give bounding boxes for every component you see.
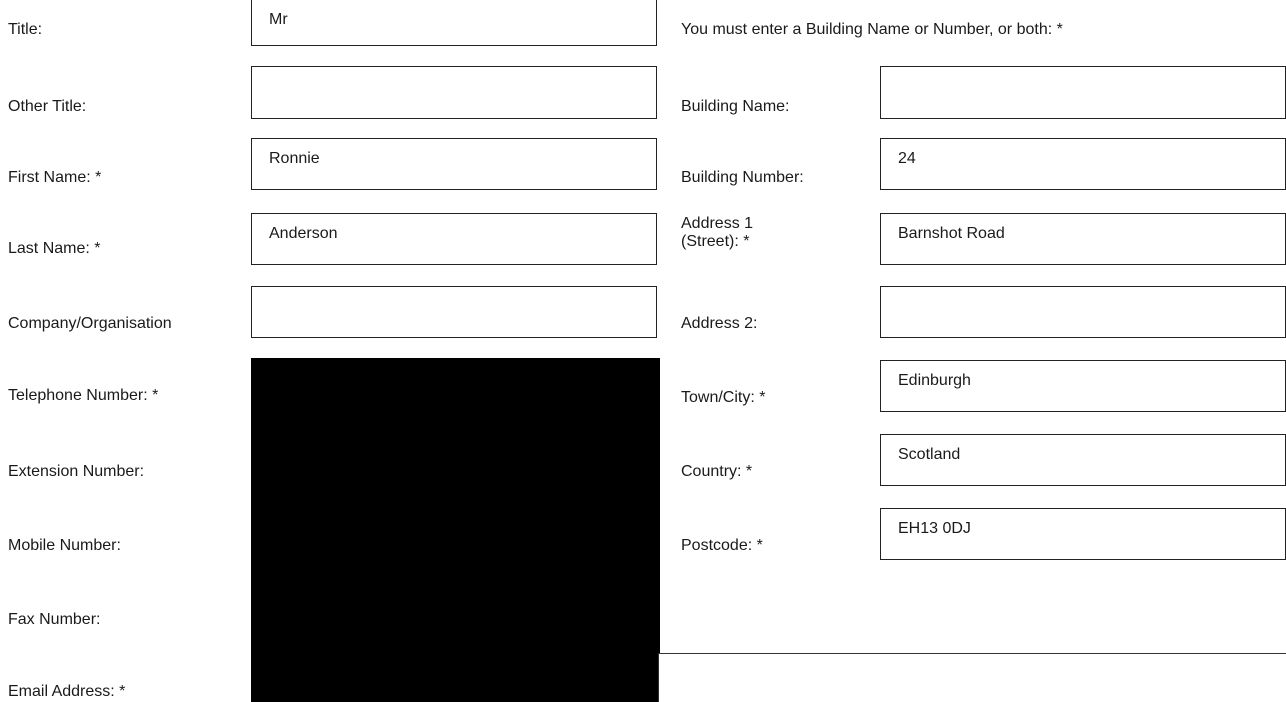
- redaction-block: [251, 358, 660, 702]
- building-name-field[interactable]: [880, 66, 1286, 119]
- town-label: Town/City: *: [681, 389, 766, 406]
- last-name-field[interactable]: Anderson: [251, 213, 657, 265]
- title-field[interactable]: Mr: [251, 0, 657, 46]
- address2-field[interactable]: [880, 286, 1286, 338]
- company-label: Company/Organisation: [8, 315, 172, 332]
- other-title-field[interactable]: [251, 66, 657, 119]
- address1-label-line1: Address 1: [681, 215, 754, 232]
- building-number-label: Building Number:: [681, 169, 804, 186]
- company-field[interactable]: [251, 286, 657, 338]
- title-label: Title:: [8, 21, 43, 38]
- fax-label: Fax Number:: [8, 611, 101, 628]
- address2-label: Address 2:: [681, 315, 758, 332]
- address1-label-line2: (Street): *: [681, 233, 750, 250]
- country-label: Country: *: [681, 463, 753, 480]
- building-number-field[interactable]: 24: [880, 138, 1286, 190]
- postcode-label: Postcode: *: [681, 537, 763, 554]
- first-name-label: First Name: *: [8, 169, 102, 186]
- address1-field[interactable]: Barnshot Road: [880, 213, 1286, 265]
- building-name-label: Building Name:: [681, 98, 790, 115]
- country-field[interactable]: Scotland: [880, 434, 1286, 486]
- email-field[interactable]: [658, 653, 1286, 702]
- telephone-label: Telephone Number: *: [8, 387, 159, 404]
- other-title-label: Other Title:: [8, 98, 87, 115]
- email-label: Email Address: *: [8, 683, 126, 700]
- first-name-field[interactable]: Ronnie: [251, 138, 657, 190]
- last-name-label: Last Name: *: [8, 240, 101, 257]
- extension-label: Extension Number:: [8, 463, 145, 480]
- building-notice: You must enter a Building Name or Number…: [681, 21, 1063, 38]
- postcode-field[interactable]: EH13 0DJ: [880, 508, 1286, 560]
- town-field[interactable]: Edinburgh: [880, 360, 1286, 412]
- mobile-label: Mobile Number:: [8, 537, 121, 554]
